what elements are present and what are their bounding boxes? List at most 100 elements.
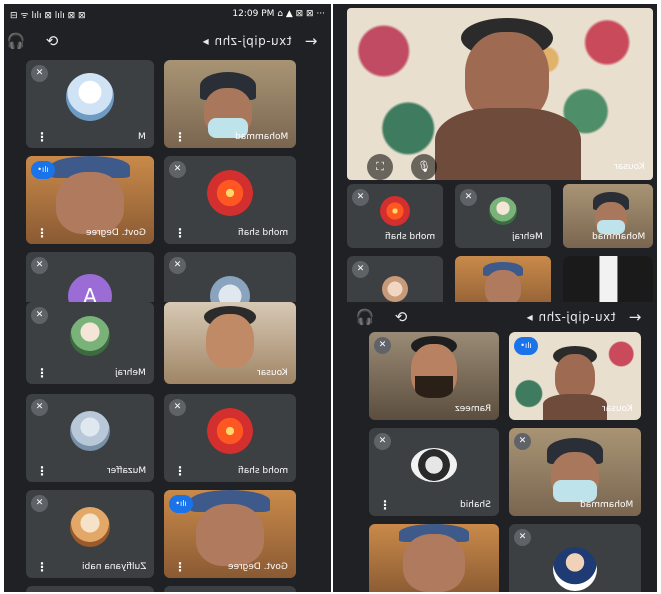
meeting-code[interactable]: ◂ txu-qipj-zhn: [413, 310, 623, 324]
participant-tile[interactable]: •ılı ⋮ Govt. Degree: [26, 156, 154, 244]
mic-off-icon: ✕: [374, 433, 391, 450]
participant-tile[interactable]: •ılı ⋮ Govt. Degree: [164, 490, 296, 578]
participant-tile[interactable]: ✕ ⋮ Shahid: [369, 428, 499, 516]
panel-bottom-left: ✕ ⋮ Mehraj Kousar ✕ ⋮ Muzaffer ✕ ⋮ mohd …: [4, 302, 331, 592]
participant-tile[interactable]: ✕ ⋮ mohd shafi: [164, 156, 296, 244]
avatar: [210, 276, 250, 302]
mic-off-icon: ✕: [352, 261, 369, 278]
participant-name: Kousar: [602, 404, 633, 414]
more-options-icon[interactable]: ⋮: [36, 367, 48, 379]
mic-off-icon[interactable]: 🎙: [411, 154, 437, 180]
more-options-icon[interactable]: ⋮: [36, 561, 48, 573]
avatar: [380, 195, 410, 226]
participant-name: Rameez: [454, 404, 491, 414]
more-options-icon[interactable]: ⋮: [36, 131, 48, 143]
mic-off-icon: ✕: [514, 529, 531, 546]
participant-tile[interactable]: Mohammad: [563, 184, 653, 248]
main-video-tile[interactable]: ⛶ 🎙 Kousar: [347, 8, 653, 180]
flip-camera-icon[interactable]: ⟲: [40, 32, 64, 50]
participant-tile[interactable]: ✕ Mehraj: [455, 184, 551, 248]
participant-name: mohd shafi: [237, 228, 288, 238]
avatar: A: [68, 274, 112, 302]
speaking-indicator: •ılı: [514, 337, 538, 355]
avatar: [207, 407, 253, 454]
more-options-icon[interactable]: ⋮: [174, 227, 186, 239]
shirt: [435, 108, 581, 180]
participant-tile[interactable]: ✕ Rameez: [369, 332, 499, 420]
status-bar: ⊟ ᯤ lılı ⊠ lılı ⊠ ⊠ 12:09 PM ⌂ ▲ ⊠ ⊠ ···: [4, 4, 331, 24]
panel-top-left: ⊟ ᯤ lılı ⊠ lılı ⊠ ⊠ 12:09 PM ⌂ ▲ ⊠ ⊠ ···…: [4, 4, 331, 302]
mic-off-icon: ✕: [169, 161, 186, 178]
meeting-code[interactable]: ◂ txu-qipj-zhn: [64, 34, 299, 48]
headphones-icon[interactable]: 🎧: [353, 308, 377, 326]
participant-name: M: [138, 132, 146, 142]
avatar: [489, 196, 517, 225]
status-time: 12:09 PM ⌂ ▲ ⊠ ⊠ ···: [232, 9, 325, 19]
mic-off-icon: ✕: [31, 495, 48, 512]
participant-tile[interactable]: [26, 586, 154, 592]
participant-tile[interactable]: ✕ ⋮ M: [26, 60, 154, 148]
arrow-icon[interactable]: →: [623, 308, 647, 326]
avatar: [70, 410, 110, 451]
participant-name: Mohammad: [234, 132, 288, 142]
participant-tile[interactable]: ✕ ⋮ Zulfiyana nabi: [26, 490, 154, 578]
participant-tile[interactable]: ✕: [164, 252, 296, 302]
avatar-letter: A: [83, 284, 97, 302]
more-options-icon[interactable]: ⋮: [36, 465, 48, 477]
participant-tile[interactable]: [455, 256, 551, 302]
face: [403, 534, 465, 592]
participant-name: Mohammad: [591, 232, 645, 242]
participant-name: Mehraj: [115, 368, 146, 378]
face: [196, 504, 264, 566]
face-mask: [553, 480, 597, 502]
participant-tile[interactable]: [563, 256, 653, 302]
flip-camera-icon[interactable]: ⟲: [389, 308, 413, 326]
participant-tile[interactable]: ✕ mohd shafi: [347, 184, 443, 248]
participant-name: mohd shafi: [384, 232, 435, 242]
meeting-toolbar: 🎧 ⟲ ◂ txu-qipj-zhn →: [4, 26, 331, 56]
video-feed: [563, 256, 653, 302]
participant-name: Govt. Degree: [86, 228, 146, 238]
mic-off-icon: ✕: [460, 189, 477, 206]
participant-tile[interactable]: ✕ A: [26, 252, 154, 302]
participant-tile[interactable]: Kousar: [164, 302, 296, 384]
meeting-code-text: txu-qipj-zhn: [537, 310, 615, 324]
mic-off-icon: ✕: [374, 337, 391, 354]
caret-icon: ◂: [526, 310, 534, 324]
fullscreen-icon[interactable]: ⛶: [367, 154, 393, 180]
meeting-toolbar: 🎧 ⟲ ◂ txu-qipj-zhn →: [333, 302, 657, 332]
status-icons: ⊟ ᯤ lılı ⊠ lılı ⊠ ⊠: [10, 10, 86, 21]
participant-tile[interactable]: ✕: [509, 524, 641, 592]
caret-icon: ◂: [202, 34, 210, 48]
participant-tile[interactable]: •ılı Kousar: [509, 332, 641, 420]
speaking-indicator: •ılı: [169, 495, 193, 513]
avatar: [207, 169, 253, 216]
participant-name: Muzaffer: [106, 466, 146, 476]
participant-tile[interactable]: [369, 524, 499, 592]
participant-tile[interactable]: ✕ ⋮ Mehraj: [26, 302, 154, 384]
more-options-icon[interactable]: ⋮: [174, 131, 186, 143]
participant-name: mohd shafi: [237, 466, 288, 476]
participant-tile[interactable]: ✕ ⋮ Muzaffer: [26, 394, 154, 482]
participant-name: Shahid: [460, 500, 491, 510]
participant-name: Mehraj: [512, 232, 543, 242]
panel-bottom-right: 🎧 ⟲ ◂ txu-qipj-zhn → ✕ Rameez •ılı Kousa…: [333, 302, 657, 592]
participant-tile[interactable]: ✕ Mohammad: [509, 428, 641, 516]
participant-name: Govt. Degree: [228, 562, 288, 572]
headphones-icon[interactable]: 🎧: [4, 32, 28, 50]
more-options-icon[interactable]: ⋮: [174, 465, 186, 477]
more-options-icon[interactable]: ⋮: [36, 227, 48, 239]
mic-off-icon: ✕: [169, 257, 186, 274]
more-options-icon[interactable]: ⋮: [379, 499, 391, 511]
participant-tile[interactable]: ⋮ Mohammad: [164, 60, 296, 148]
mic-off-icon: ✕: [169, 399, 186, 416]
arrow-icon[interactable]: →: [299, 32, 323, 50]
participant-tile[interactable]: [164, 586, 296, 592]
more-options-icon[interactable]: ⋮: [174, 561, 186, 573]
avatar: [553, 546, 597, 591]
beard: [415, 376, 453, 398]
mic-off-icon: ✕: [514, 433, 531, 450]
participant-tile[interactable]: ✕: [347, 256, 443, 302]
participant-tile[interactable]: ✕ ⋮ mohd shafi: [164, 394, 296, 482]
mic-off-icon: ✕: [31, 257, 48, 274]
